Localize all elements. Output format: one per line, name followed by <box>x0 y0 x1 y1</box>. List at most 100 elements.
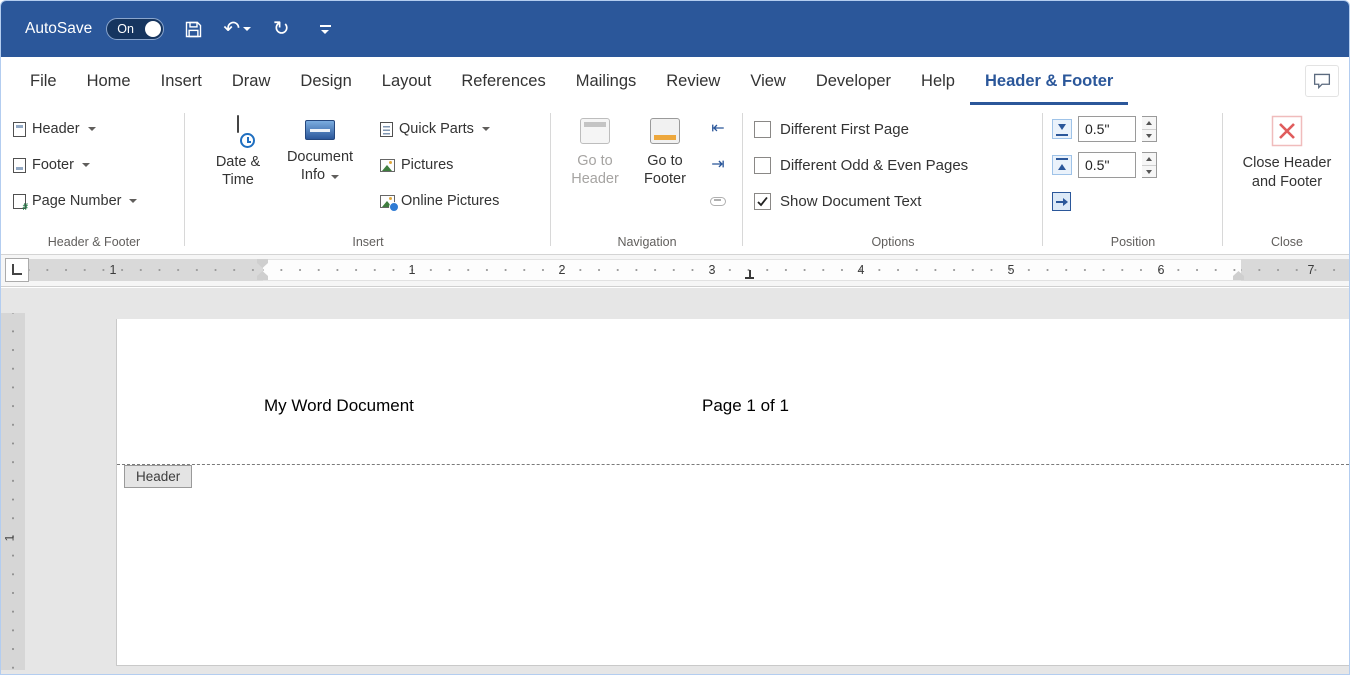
customize-toolbar-icon <box>319 24 331 34</box>
group-label: Close <box>1271 235 1303 249</box>
chevron-down-icon <box>87 127 96 131</box>
comments-button[interactable] <box>1305 65 1339 97</box>
stepper-up-button[interactable] <box>1142 153 1156 165</box>
word-window: AutoSave On ↶ ↻ File Home Insert Draw De… <box>0 0 1350 675</box>
different-odd-even-label: Different Odd & Even Pages <box>780 156 969 174</box>
tab-help[interactable]: Help <box>906 57 970 105</box>
comment-icon <box>1313 73 1331 90</box>
ruler-mark: 4 <box>857 263 865 277</box>
document-info-button[interactable]: Document Info <box>280 105 360 254</box>
quick-parts-button[interactable]: Quick Parts <box>374 111 505 147</box>
footer-button[interactable]: Footer <box>7 147 181 183</box>
redo-icon: ↻ <box>272 18 290 40</box>
document-page[interactable]: My Word Document Page 1 of 1 Header <box>116 319 1349 666</box>
autosave-toggle[interactable]: On <box>106 18 165 40</box>
online-pictures-button[interactable]: Online Pictures <box>374 183 505 219</box>
tab-developer[interactable]: Developer <box>801 57 906 105</box>
group-separator <box>1222 113 1223 246</box>
close-header-footer-label: Close Header and Footer <box>1242 155 1332 190</box>
link-to-previous-icon <box>710 196 726 206</box>
checkmark-icon <box>757 196 768 206</box>
go-to-header-button[interactable]: Go to Header <box>564 105 626 254</box>
redo-button[interactable]: ↻ <box>266 9 296 49</box>
page-number-button[interactable]: Page Number <box>7 183 181 219</box>
ruler-mark: 5 <box>1007 263 1015 277</box>
tab-view[interactable]: View <box>735 57 800 105</box>
page-number-label: Page Number <box>32 193 122 209</box>
calendar-clock-icon <box>223 115 255 148</box>
tab-mailings[interactable]: Mailings <box>561 57 652 105</box>
stepper-down-button[interactable] <box>1142 128 1156 141</box>
ruler-left-margin <box>29 259 263 281</box>
show-document-text-checkbox[interactable]: Show Document Text <box>746 183 1040 219</box>
different-odd-even-checkbox[interactable]: Different Odd & Even Pages <box>746 147 1040 183</box>
ribbon-group-options: Different First Page Different Odd & Eve… <box>746 105 1040 254</box>
tab-design[interactable]: Design <box>285 57 366 105</box>
different-first-page-checkbox[interactable]: Different First Page <box>746 111 1040 147</box>
save-button[interactable] <box>178 9 208 49</box>
pictures-label: Pictures <box>401 157 454 173</box>
previous-button[interactable]: ⇤ <box>705 111 730 147</box>
tab-label: Layout <box>381 71 432 90</box>
tab-label: Mailings <box>575 71 637 90</box>
save-icon <box>185 21 201 37</box>
header-center-text[interactable]: Page 1 of 1 <box>702 396 789 416</box>
group-separator <box>1042 113 1043 246</box>
online-pictures-icon <box>380 194 399 212</box>
tab-label: References <box>461 71 546 90</box>
ribbon-group-close: Close Header and Footer Close <box>1226 105 1348 254</box>
chevron-down-icon <box>243 27 252 31</box>
chevron-down-icon <box>331 175 340 180</box>
center-tab-stop-marker[interactable] <box>745 270 754 279</box>
tab-references[interactable]: References <box>446 57 560 105</box>
footer-from-bottom-input[interactable] <box>1078 152 1136 178</box>
group-separator <box>184 113 185 246</box>
tab-layout[interactable]: Layout <box>367 57 447 105</box>
go-to-footer-button[interactable]: Go to Footer <box>634 105 696 254</box>
tab-label: Help <box>921 71 955 90</box>
date-time-button[interactable]: Date & Time <box>204 105 272 254</box>
footer-label: Footer <box>32 157 74 173</box>
chevron-down-icon <box>81 163 90 167</box>
quick-parts-icon <box>380 121 393 137</box>
tab-draw[interactable]: Draw <box>217 57 286 105</box>
tab-label: Design <box>300 71 352 90</box>
tab-selector[interactable] <box>5 258 29 282</box>
vertical-ruler[interactable]: 1 <box>1 313 25 670</box>
stepper-up-button[interactable] <box>1142 117 1156 129</box>
autosave-state-label: On <box>117 22 134 36</box>
tab-label: Insert <box>160 71 202 90</box>
pictures-button[interactable]: Pictures <box>374 147 505 183</box>
ruler-mark: 2 <box>558 263 566 277</box>
insert-alignment-tab-button[interactable] <box>1046 183 1220 219</box>
header-from-top-stepper <box>1142 116 1157 142</box>
next-button[interactable]: ⇥ <box>705 147 730 183</box>
tab-review[interactable]: Review <box>651 57 735 105</box>
undo-icon: ↶ <box>223 18 241 40</box>
tab-label: View <box>750 71 786 90</box>
header-button[interactable]: Header <box>7 111 181 147</box>
date-time-label: Date & Time <box>215 154 261 189</box>
header-from-top-input[interactable] <box>1078 116 1136 142</box>
ribbon-group-insert: Date & Time Document Info Quick Parts Pi… <box>188 105 548 254</box>
undo-button[interactable]: ↶ <box>222 9 252 49</box>
different-first-page-label: Different First Page <box>780 120 909 138</box>
left-tab-icon <box>12 264 22 275</box>
chevron-down-icon <box>129 199 138 203</box>
ruler-right-margin <box>1241 259 1349 281</box>
tab-insert[interactable]: Insert <box>146 57 217 105</box>
horizontal-ruler[interactable]: 1 1 2 3 4 5 6 7 <box>29 259 1349 281</box>
tab-header-footer[interactable]: Header & Footer <box>970 57 1128 105</box>
stepper-down-button[interactable] <box>1142 164 1156 177</box>
checkbox-checked-icon <box>754 192 771 210</box>
go-to-footer-label: Go to Footer <box>644 153 686 188</box>
tab-file[interactable]: File <box>15 57 72 105</box>
header-icon <box>13 121 26 137</box>
link-to-previous-button[interactable] <box>704 183 732 219</box>
header-left-text[interactable]: My Word Document <box>264 396 414 416</box>
close-header-footer-button[interactable]: Close Header and Footer <box>1232 115 1342 192</box>
customize-toolbar-button[interactable] <box>310 9 340 49</box>
tab-home[interactable]: Home <box>72 57 146 105</box>
footer-from-bottom-control <box>1046 147 1220 183</box>
ribbon-tab-bar: File Home Insert Draw Design Layout Refe… <box>1 57 1349 105</box>
